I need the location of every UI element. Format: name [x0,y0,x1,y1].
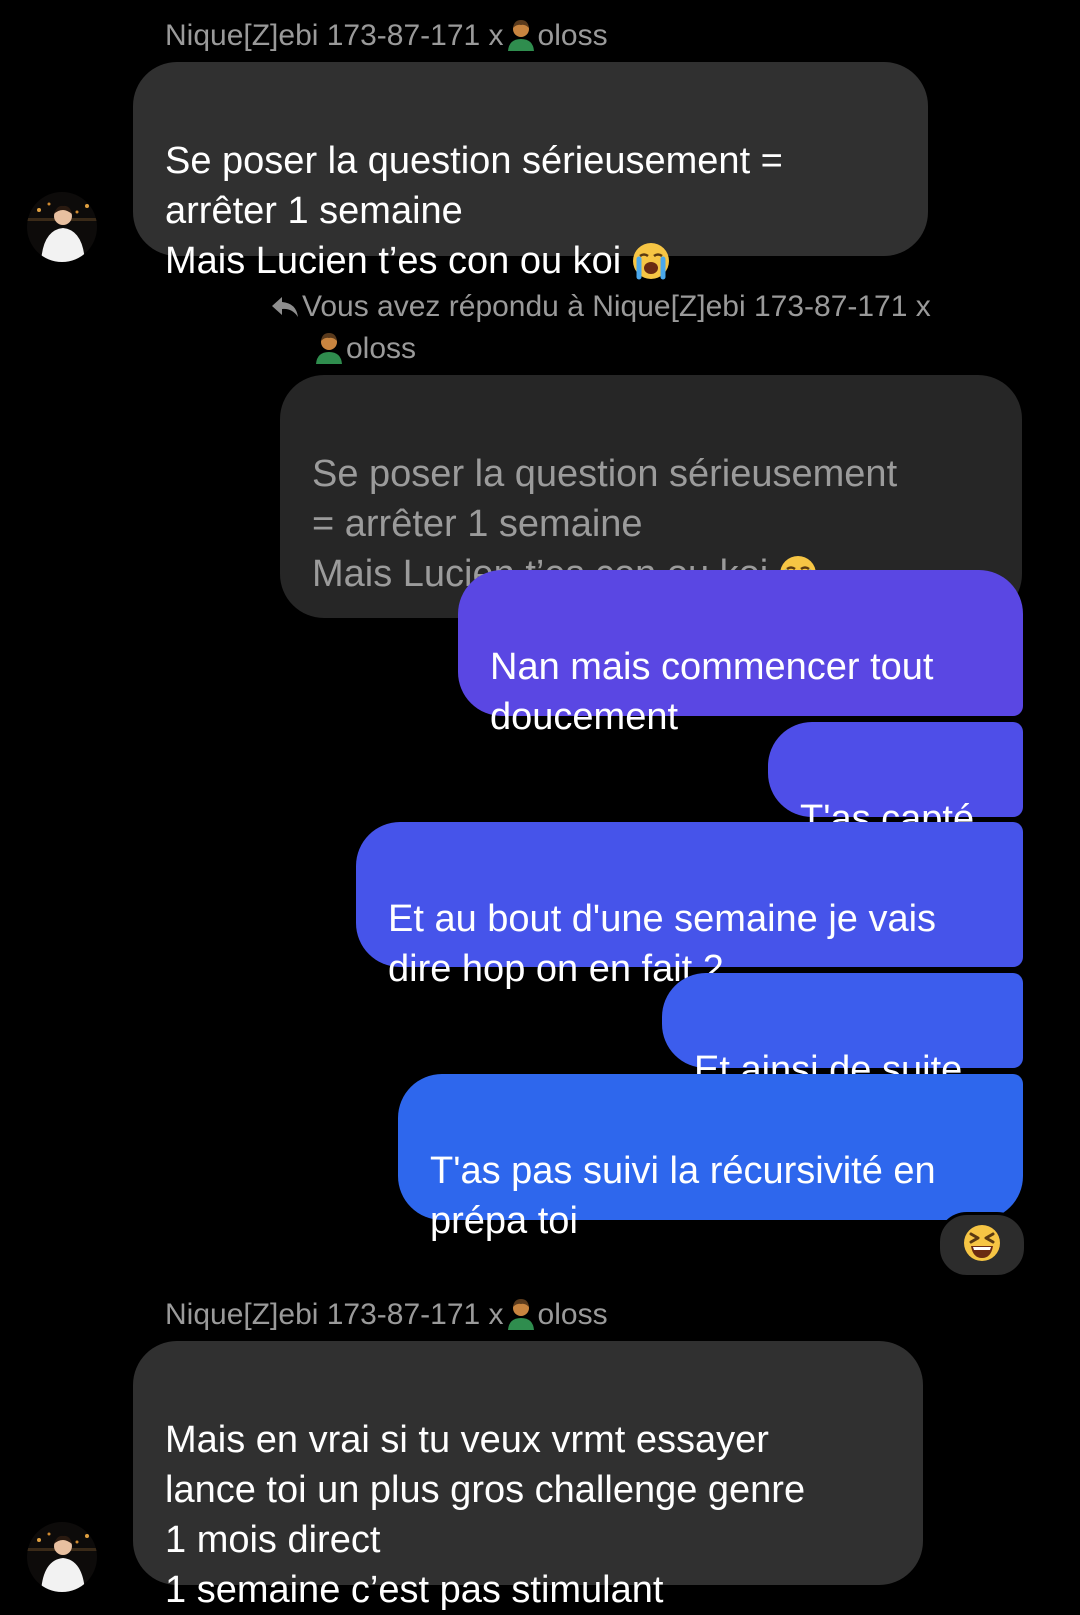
sender-name: Nique[Z]ebi 173-87-171 x oloss [165,17,608,51]
outgoing-message-bubble[interactable]: T'as capté [768,722,1023,840]
sender-name-prefix: Nique[Z]ebi 173-87-171 x [165,1298,504,1331]
man-emoji-icon [506,1296,536,1330]
avatar[interactable] [27,1522,97,1592]
loudly-crying-face-icon [631,241,671,294]
incoming-message-bubble[interactable]: Se poser la question sérieusement = arrê… [133,62,928,282]
sender-name-suffix: oloss [537,1298,608,1331]
message-text: Mais en vrai si tu veux vrmt essayer lan… [165,1419,806,1611]
incoming-message-bubble[interactable]: Mais en vrai si tu veux vrmt essayer lan… [133,1341,923,1611]
reply-label-line1: Vous avez répondu à Nique[Z]ebi 173-87-1… [302,290,931,323]
man-emoji-icon [314,330,344,364]
outgoing-message-bubble[interactable]: Nan mais commencer tout doucement [458,570,1023,738]
message-text: Se poser la question sérieusement = arrê… [165,140,783,282]
sender-name-suffix: oloss [537,19,608,52]
outgoing-message-bubble[interactable]: Et au bout d'une semaine je vais dire ho… [356,822,1023,990]
grinning-squinting-face-icon [962,1223,1002,1268]
reaction-badge[interactable] [937,1212,1027,1278]
reply-arrow-icon [270,292,302,330]
sender-name: Nique[Z]ebi 173-87-171 x oloss [165,1296,608,1330]
reply-label-line2: oloss [346,332,417,365]
sender-name-prefix: Nique[Z]ebi 173-87-171 x [165,19,504,52]
outgoing-message-bubble[interactable]: Et ainsi de suite [662,973,1023,1091]
outgoing-message-bubble[interactable]: T'as pas suivi la récursivité en prépa t… [398,1074,1023,1242]
man-emoji-icon [506,17,536,51]
avatar[interactable] [27,192,97,262]
reply-header: Vous avez répondu à Nique[Z]ebi 173-87-1… [270,288,990,368]
message-text: T'as pas suivi la récursivité en prépa t… [430,1150,936,1242]
